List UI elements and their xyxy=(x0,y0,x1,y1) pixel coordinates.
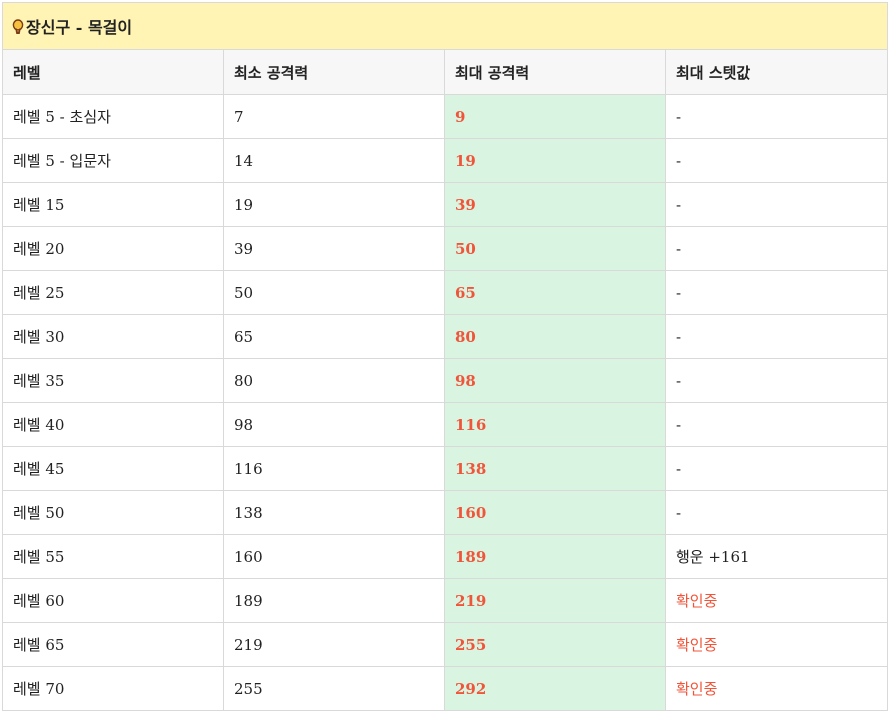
min-attack-cell: 98 xyxy=(223,402,445,447)
level-cell: 레벨 40 xyxy=(2,402,224,447)
table-header-row: 레벨 최소 공격력 최대 공격력 최대 스텟값 xyxy=(2,49,889,95)
min-attack-cell: 189 xyxy=(223,578,445,623)
level-cell: 레벨 30 xyxy=(2,314,224,359)
table-row: 레벨 65 219 255 확인중 xyxy=(2,622,889,667)
table-row: 레벨 25 50 65- xyxy=(2,270,889,315)
max-stat-cell: 확인중 xyxy=(664,578,889,623)
table-row: 레벨 35 80 98- xyxy=(2,358,889,403)
table-title-cell: 장신구 - 목걸이 xyxy=(1,2,889,50)
max-attack-cell: 116 xyxy=(444,402,666,447)
column-header-max-stat: 최대 스텟값 xyxy=(664,49,889,95)
level-cell: 레벨 55 xyxy=(2,534,224,579)
max-stat-cell: - xyxy=(664,446,889,491)
max-attack-cell: 160 xyxy=(444,490,666,535)
level-cell: 레벨 5 - 초심자 xyxy=(2,94,224,139)
max-stat-cell: 행운 +161 xyxy=(664,534,889,579)
max-attack-cell: 98 xyxy=(444,358,666,403)
column-header-max-attack: 최대 공격력 xyxy=(444,49,666,95)
max-stat-cell: - xyxy=(664,182,889,227)
light-bulb-icon xyxy=(12,19,24,34)
table-row: 레벨 45 116 138- xyxy=(2,446,889,491)
max-stat-cell: - xyxy=(664,270,889,315)
level-cell: 레벨 25 xyxy=(2,270,224,315)
min-attack-cell: 7 xyxy=(223,94,445,139)
table-row: 레벨 55 160 189 행운 +161 xyxy=(2,534,889,579)
min-attack-cell: 19 xyxy=(223,182,445,227)
level-cell: 레벨 35 xyxy=(2,358,224,403)
necklace-stats-table-wrapper: 장신구 - 목걸이 레벨 최소 공격력 최대 공격력 최대 스텟값 레벨 5 -… xyxy=(1,2,889,711)
column-header-level: 레벨 xyxy=(2,49,224,95)
level-cell: 레벨 15 xyxy=(2,182,224,227)
max-attack-cell: 19 xyxy=(444,138,666,183)
table-row: 레벨 30 65 80- xyxy=(2,314,889,359)
table-row: 레벨 15 19 39- xyxy=(2,182,889,227)
min-attack-cell: 160 xyxy=(223,534,445,579)
max-attack-cell: 39 xyxy=(444,182,666,227)
level-cell: 레벨 65 xyxy=(2,622,224,667)
min-attack-cell: 138 xyxy=(223,490,445,535)
necklace-stats-table: 장신구 - 목걸이 레벨 최소 공격력 최대 공격력 최대 스텟값 레벨 5 -… xyxy=(1,2,889,711)
level-cell: 레벨 50 xyxy=(2,490,224,535)
level-cell: 레벨 70 xyxy=(2,666,224,711)
min-attack-cell: 116 xyxy=(223,446,445,491)
max-attack-cell: 80 xyxy=(444,314,666,359)
min-attack-cell: 65 xyxy=(223,314,445,359)
max-stat-cell: 확인중 xyxy=(664,622,889,667)
level-cell: 레벨 20 xyxy=(2,226,224,271)
level-cell: 레벨 5 - 입문자 xyxy=(2,138,224,183)
max-stat-cell: 확인중 xyxy=(664,666,889,711)
max-stat-cell: - xyxy=(664,314,889,359)
table-title: 장신구 - 목걸이 xyxy=(26,18,133,37)
min-attack-cell: 50 xyxy=(223,270,445,315)
max-stat-cell: - xyxy=(664,402,889,447)
max-stat-cell: - xyxy=(664,138,889,183)
max-stat-cell: - xyxy=(664,490,889,535)
max-attack-cell: 292 xyxy=(444,666,666,711)
table-row: 레벨 5 - 초심자 7 9- xyxy=(2,94,889,139)
max-stat-cell: - xyxy=(664,226,889,271)
max-attack-cell: 219 xyxy=(444,578,666,623)
max-attack-cell: 255 xyxy=(444,622,666,667)
max-attack-cell: 189 xyxy=(444,534,666,579)
min-attack-cell: 219 xyxy=(223,622,445,667)
table-row: 레벨 5 - 입문자 14 19- xyxy=(2,138,889,183)
table-body: 레벨 5 - 초심자 7 9- 레벨 5 - 입문자 14 19- 레벨 15 19 39- 레벨… xyxy=(2,94,889,711)
table-row: 레벨 60 189 219 확인중 xyxy=(2,578,889,623)
min-attack-cell: 80 xyxy=(223,358,445,403)
max-attack-cell: 65 xyxy=(444,270,666,315)
max-attack-cell: 138 xyxy=(444,446,666,491)
table-row: 레벨 40 98 116- xyxy=(2,402,889,447)
table-row: 레벨 70 255 292 확인중 xyxy=(2,666,889,711)
max-stat-cell: - xyxy=(664,94,889,139)
table-row: 레벨 50 138 160- xyxy=(2,490,889,535)
table-title-row: 장신구 - 목걸이 xyxy=(1,2,889,50)
level-cell: 레벨 60 xyxy=(2,578,224,623)
column-header-min-attack: 최소 공격력 xyxy=(223,49,445,95)
min-attack-cell: 255 xyxy=(223,666,445,711)
min-attack-cell: 39 xyxy=(223,226,445,271)
max-attack-cell: 50 xyxy=(444,226,666,271)
max-attack-cell: 9 xyxy=(444,94,666,139)
min-attack-cell: 14 xyxy=(223,138,445,183)
level-cell: 레벨 45 xyxy=(2,446,224,491)
max-stat-cell: - xyxy=(664,358,889,403)
table-row: 레벨 20 39 50- xyxy=(2,226,889,271)
